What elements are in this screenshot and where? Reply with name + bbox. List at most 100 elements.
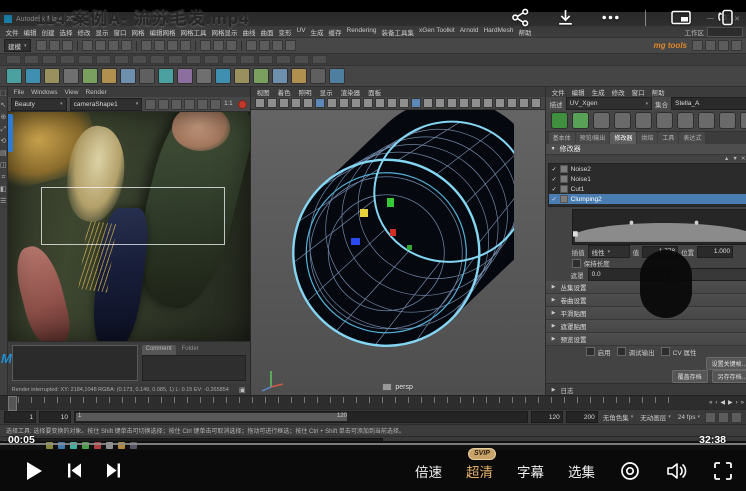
toolbar-icon[interactable]	[95, 40, 106, 51]
anim-start-field[interactable]: 1	[4, 411, 36, 423]
selected-component-handle[interactable]	[390, 229, 396, 236]
playback-button[interactable]: »	[741, 400, 744, 406]
shelf-tab[interactable]	[78, 55, 93, 64]
tool-icon[interactable]: ⟲	[0, 138, 6, 146]
xgen-tool-icon[interactable]	[635, 112, 652, 129]
render-view-icon[interactable]	[197, 99, 208, 110]
shelf-icon[interactable]	[234, 68, 250, 84]
xgen-menu-item[interactable]: 窗口	[632, 87, 645, 97]
move-down-icon[interactable]: ▼	[732, 156, 737, 162]
toolbar-icon[interactable]	[718, 40, 729, 51]
toolbar-icon[interactable]	[121, 40, 132, 51]
selected-component-handle[interactable]	[360, 209, 368, 217]
workspace-dropdown[interactable]	[707, 27, 743, 37]
render-view-icon[interactable]	[210, 99, 221, 110]
xgen-menu-item[interactable]: 编辑	[572, 87, 585, 97]
anim-layer-dropdown[interactable]: 无动画层▾	[638, 412, 673, 422]
viewport-icon[interactable]	[447, 98, 457, 108]
menu-item[interactable]: xGen Toolkit	[417, 27, 458, 37]
snapshot-icon[interactable]: ▣	[239, 386, 246, 394]
viewport-icon[interactable]	[315, 98, 325, 108]
tool-icon[interactable]: ⊕	[0, 114, 6, 122]
anim-end-field[interactable]: 200	[566, 411, 598, 423]
xgen-tool-icon[interactable]	[551, 112, 568, 129]
modifier-row[interactable]: ✓Cut1	[549, 184, 746, 194]
character-set-dropdown[interactable]: 无角色集▾	[601, 412, 636, 422]
checkbox-checked-icon[interactable]: ✓	[552, 196, 557, 203]
shelf-tab[interactable]	[42, 55, 57, 64]
shelf-icon[interactable]	[6, 68, 22, 84]
xgen-tab[interactable]: 工具	[658, 132, 678, 144]
next-episode-button[interactable]	[105, 462, 122, 479]
shelf-icon[interactable]	[101, 68, 117, 84]
save-as-archive-button[interactable]: 另存存档…	[712, 370, 746, 383]
render-view-menu-item[interactable]: View	[64, 89, 78, 96]
menuset-dropdown[interactable]: 建模▾	[4, 39, 31, 52]
xgen-tool-icon[interactable]	[698, 112, 715, 129]
toolbar-icon[interactable]	[154, 40, 165, 51]
shelf-icon[interactable]	[253, 68, 269, 84]
viewport-icon[interactable]	[495, 98, 505, 108]
toolbar-icon[interactable]	[200, 40, 211, 51]
shelf-tab[interactable]	[258, 55, 273, 64]
toolbar-icon[interactable]	[692, 40, 703, 51]
shelf-tab[interactable]	[204, 55, 219, 64]
tool-icon[interactable]: ⤢	[1, 126, 7, 134]
shelf-tab[interactable]	[132, 55, 147, 64]
xgen-tab[interactable]: 修改器	[610, 132, 636, 144]
menu-item[interactable]: UV	[294, 27, 308, 37]
toolbar-icon[interactable]	[272, 40, 283, 51]
playback-end-field[interactable]: 120	[531, 411, 563, 423]
comment-input[interactable]	[142, 355, 246, 381]
time-slider[interactable]: «‹◀▶›»	[0, 395, 746, 409]
menu-item[interactable]: 文件	[3, 27, 21, 37]
render-view-icon[interactable]	[158, 99, 169, 110]
viewport-icon[interactable]	[531, 98, 541, 108]
viewport-icon[interactable]	[303, 98, 313, 108]
viewport-icon[interactable]	[483, 98, 493, 108]
shelf-icon[interactable]	[44, 68, 60, 84]
menu-item[interactable]: 装备工具集	[379, 27, 417, 37]
viewport-icon[interactable]	[459, 98, 469, 108]
ramp-position-field[interactable]: 1.000	[697, 246, 733, 258]
menu-item[interactable]: Arnold	[457, 27, 481, 37]
checkbox-checked-icon[interactable]: ✓	[552, 176, 557, 183]
xgen-tab[interactable]: 基本体	[549, 132, 575, 144]
viewport-icon[interactable]	[339, 98, 349, 108]
shelf-tab[interactable]	[186, 55, 201, 64]
shelf-icon[interactable]	[82, 68, 98, 84]
menu-item[interactable]: 缓存	[326, 27, 344, 37]
pip-icon[interactable]	[670, 7, 692, 28]
shelf-tab[interactable]	[312, 55, 327, 64]
range-slider-handle[interactable]	[76, 413, 347, 421]
toolbar-icon[interactable]	[36, 40, 47, 51]
speed-button[interactable]: 倍速	[415, 461, 442, 481]
viewport-icon[interactable]	[435, 98, 445, 108]
shelf-tab[interactable]	[6, 55, 21, 64]
playback-button[interactable]: «	[709, 400, 712, 406]
toolbar-icon[interactable]	[167, 40, 178, 51]
render-view-icon[interactable]	[145, 99, 156, 110]
xgen-tool-icon[interactable]	[593, 112, 610, 129]
menu-item[interactable]: 曲面	[258, 27, 276, 37]
checkbox-checked-icon[interactable]: ✓	[552, 186, 557, 193]
tool-icon[interactable]: ⬚	[0, 90, 7, 98]
overwrite-archive-button[interactable]: 覆盖存档	[672, 370, 708, 383]
tool-icon[interactable]: ◫	[0, 162, 7, 170]
checkbox-checked-icon[interactable]: ✓	[552, 166, 557, 173]
preserve-length-checkbox[interactable]	[572, 259, 581, 268]
episodes-button[interactable]: 选集	[568, 461, 595, 481]
render-button[interactable]	[238, 100, 247, 109]
playback-button[interactable]: ‹	[715, 400, 717, 406]
tab-comment[interactable]: Comment	[142, 345, 176, 355]
xgen-tool-icon[interactable]	[614, 112, 631, 129]
xgen-tab[interactable]: 烘焙	[637, 132, 657, 144]
toolbar-icon[interactable]	[62, 40, 73, 51]
shelf-tab[interactable]	[222, 55, 237, 64]
play-button[interactable]	[24, 460, 44, 482]
shelf-icon[interactable]	[310, 68, 326, 84]
interpolation-dropdown[interactable]: 线性▾	[588, 245, 630, 258]
current-frame-marker[interactable]	[8, 396, 17, 411]
render-view-menu-item[interactable]: File	[14, 89, 24, 96]
viewport-icon[interactable]	[351, 98, 361, 108]
